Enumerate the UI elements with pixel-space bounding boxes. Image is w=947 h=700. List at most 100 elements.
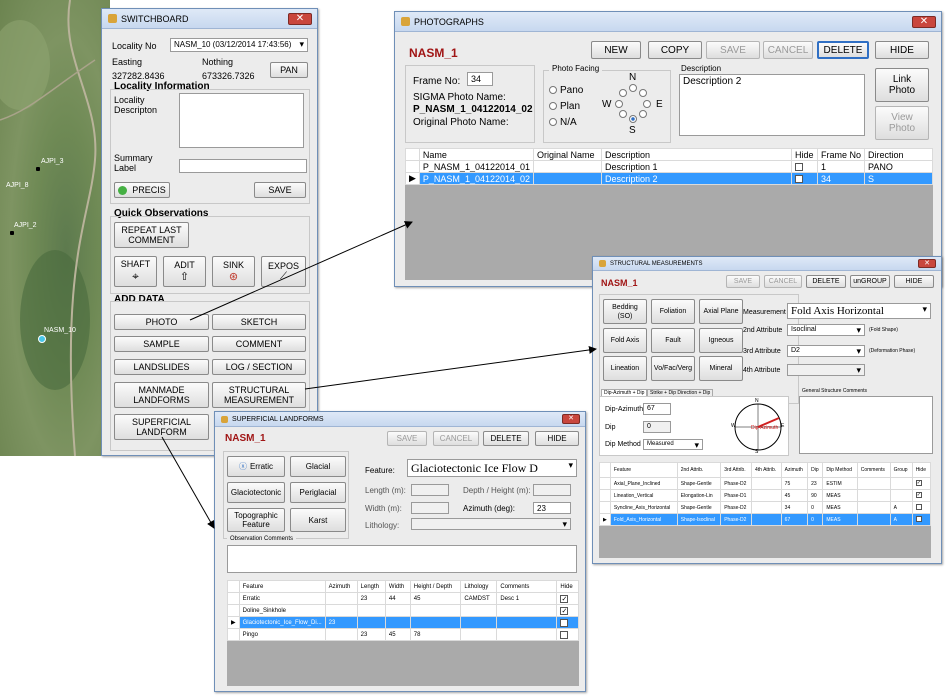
bedding-button[interactable]: Bedding (SO) <box>603 299 647 324</box>
direction-n-radio[interactable] <box>629 84 637 92</box>
description-input[interactable]: Description 2 <box>679 74 865 136</box>
cell-direction[interactable]: PANO <box>864 160 933 173</box>
cancel-button[interactable]: CANCEL <box>433 431 479 446</box>
karst-button[interactable]: Karst <box>290 508 346 532</box>
cell-feature[interactable]: Pingo <box>238 628 326 641</box>
cell-attr4[interactable] <box>751 513 782 526</box>
width-input[interactable] <box>411 502 449 514</box>
cell-height[interactable] <box>409 616 462 629</box>
map-marker[interactable] <box>10 231 14 235</box>
cell-azimuth[interactable] <box>324 604 358 617</box>
cell-attr4[interactable] <box>751 477 782 490</box>
direction-ne-radio[interactable] <box>639 89 647 97</box>
delete-button[interactable]: DELETE <box>483 431 529 446</box>
column-header[interactable]: Feature <box>238 580 326 593</box>
row-header[interactable] <box>599 501 611 514</box>
locality-marker[interactable] <box>38 335 46 343</box>
column-header[interactable]: Comments <box>856 462 891 478</box>
precis-button[interactable]: PRECIS <box>114 182 170 198</box>
dip-method-select[interactable]: Measured <box>643 439 703 450</box>
cell-azimuth[interactable]: 67 <box>780 513 809 526</box>
direction-e-radio[interactable] <box>643 100 651 108</box>
table-row[interactable]: Syncline_Axis_Horizontal Shape-Gentle Ph… <box>599 501 932 514</box>
column-header[interactable]: Feature <box>609 462 678 478</box>
cell-direction[interactable]: S <box>864 172 933 185</box>
glacial-button[interactable]: Glacial <box>290 456 346 477</box>
cell-lithology[interactable] <box>460 616 498 629</box>
cell-attr3[interactable]: Phase-D1 <box>720 489 753 502</box>
cell-length[interactable]: 23 <box>356 628 386 641</box>
sample-button[interactable]: SAMPLE <box>114 336 209 352</box>
glaciotectonic-button[interactable]: Glaciotectonic <box>227 482 285 503</box>
cell-attr2[interactable]: Shape-Gentle <box>676 477 722 490</box>
cell-attr2[interactable]: Shape-Isoclinal <box>676 513 722 526</box>
cell-attr4[interactable] <box>751 489 782 502</box>
map-marker[interactable] <box>36 167 40 171</box>
erratic-button[interactable]: ⓧ Erratic <box>227 456 285 477</box>
hide-checkbox[interactable]: ✓ <box>560 594 569 603</box>
photo-button[interactable]: PHOTO <box>114 314 209 330</box>
locality-select[interactable]: NASM_10 (03/12/2014 17:43:56) <box>170 38 308 52</box>
map-view[interactable]: AJPI_3 AJPI_8 AJPI_2 NASM_10 <box>0 0 110 456</box>
structural-measurement-button[interactable]: STRUCTURAL MEASUREMENT <box>212 382 306 408</box>
row-header[interactable] <box>405 160 420 173</box>
direction-nw-radio[interactable] <box>619 89 627 97</box>
column-header[interactable]: Frame No <box>817 148 866 161</box>
column-header[interactable]: Description <box>601 148 793 161</box>
cell-width[interactable] <box>384 616 411 629</box>
cell-feature[interactable]: Syncline_Axis_Horizontal <box>609 501 678 514</box>
exposure-button[interactable]: EXPOS ⟋ <box>261 256 306 287</box>
cell-original-name[interactable] <box>533 160 603 173</box>
column-header[interactable]: 4th Attrib. <box>751 462 782 478</box>
cell-comments[interactable] <box>856 501 891 514</box>
hide-button[interactable]: HIDE <box>875 41 929 59</box>
cell-hide[interactable] <box>556 616 579 629</box>
cell-lithology[interactable]: CAMDST <box>460 592 498 605</box>
copy-button[interactable]: COPY <box>648 41 702 59</box>
sketch-button[interactable]: SKETCH <box>212 314 306 330</box>
row-header[interactable] <box>599 489 611 502</box>
view-photo-button[interactable]: View Photo <box>875 106 929 140</box>
cell-lithology[interactable] <box>460 628 498 641</box>
cell-attr2[interactable]: Shape-Gentle <box>676 501 722 514</box>
cell-azimuth[interactable]: 45 <box>780 489 809 502</box>
length-input[interactable] <box>411 484 449 496</box>
lithology-select[interactable] <box>411 518 571 530</box>
column-header[interactable]: Dip Method <box>822 462 858 478</box>
cell-dip[interactable]: 23 <box>807 477 824 490</box>
cell-attr3[interactable]: Phase-D2 <box>720 501 753 514</box>
cell-original-name[interactable] <box>533 172 603 185</box>
column-header[interactable]: Hide <box>556 580 579 593</box>
table-row[interactable]: Pingo 23 45 78 <box>227 628 579 641</box>
cell-attr3[interactable]: Phase-D2 <box>720 477 753 490</box>
hide-checkbox[interactable] <box>560 630 569 639</box>
table-row[interactable]: P_NASM_1_04122014_01 Description 1 1 PAN… <box>405 160 933 173</box>
direction-sw-radio[interactable] <box>619 110 627 118</box>
cell-name[interactable]: P_NASM_1_04122014_02 <box>418 172 535 185</box>
delete-button[interactable]: DELETE <box>817 41 869 59</box>
hide-checkbox[interactable] <box>795 175 804 184</box>
cell-comments[interactable] <box>856 477 891 490</box>
column-header[interactable]: Width <box>384 580 411 593</box>
table-row-selected[interactable]: ▶ P_NASM_1_04122014_02 Description 2 34 … <box>405 172 933 185</box>
hide-button[interactable]: HIDE <box>535 431 579 446</box>
vo-fac-verg-button[interactable]: Vo/Fac/Verg <box>651 356 695 381</box>
summary-input[interactable] <box>179 159 307 173</box>
hide-checkbox[interactable] <box>915 504 922 511</box>
cell-lithology[interactable] <box>460 604 498 617</box>
cell-feature[interactable]: Doline_Sinkhole <box>238 604 326 617</box>
row-header[interactable] <box>599 477 611 490</box>
column-header[interactable]: 2nd Attrib. <box>676 462 722 478</box>
cell-hide[interactable] <box>791 160 819 173</box>
hide-checkbox[interactable]: ✓ <box>560 606 569 615</box>
row-header[interactable] <box>227 592 240 605</box>
azimuth-input[interactable]: 23 <box>533 502 571 514</box>
table-row[interactable]: Axial_Plane_Inclined Shape-Gentle Phase-… <box>599 477 932 490</box>
hide-checkbox[interactable]: ✓ <box>915 480 922 487</box>
row-header[interactable] <box>227 628 240 641</box>
cell-description[interactable]: Description 1 <box>601 160 793 173</box>
ungroup-button[interactable]: unGROUP <box>850 275 890 288</box>
hide-checkbox[interactable] <box>560 618 569 627</box>
cell-hide[interactable]: ✓ <box>556 592 579 605</box>
manmade-landforms-button[interactable]: MANMADE LANDFORMS <box>114 382 209 408</box>
